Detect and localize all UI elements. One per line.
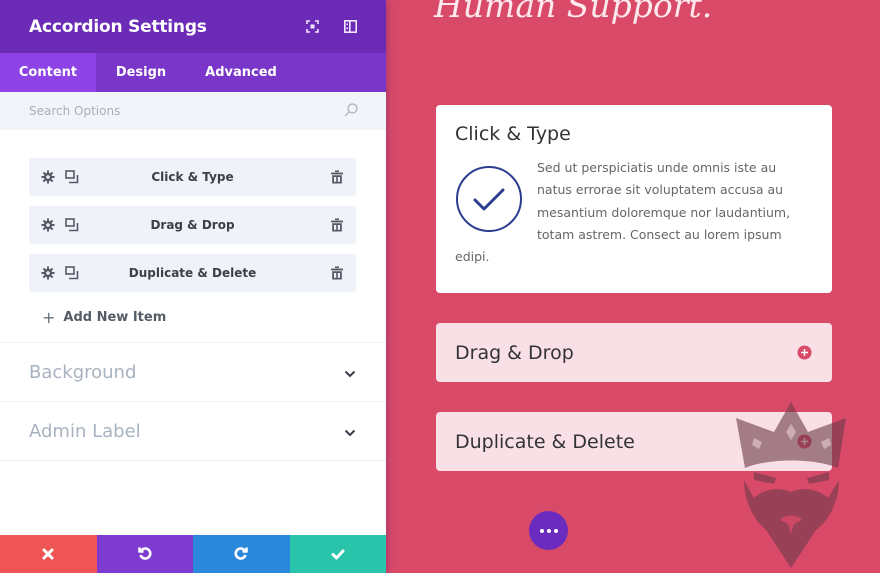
tab-design[interactable]: Design: [96, 53, 186, 92]
dot-icon: [546, 528, 551, 533]
search-icon[interactable]: [344, 102, 358, 121]
check-icon: [331, 545, 345, 564]
accordion-title: Duplicate & Delete: [455, 430, 635, 453]
more-options-button[interactable]: [529, 511, 568, 550]
accordion-title: Click & Type: [455, 123, 571, 145]
item-list: Click & Type Drag & Drop Duplicate & Del…: [0, 130, 386, 332]
trash-icon[interactable]: [330, 218, 344, 232]
panel-title: Accordion Settings: [29, 16, 207, 37]
redo-icon: [234, 545, 249, 564]
accordion-item[interactable]: Duplicate & Delete: [436, 412, 832, 471]
save-button[interactable]: [289, 535, 386, 573]
page-preview: Human Support. Click & Type Sed ut persp…: [386, 0, 880, 573]
search-input[interactable]: [29, 104, 344, 118]
tab-content[interactable]: Content: [0, 53, 96, 92]
gear-icon[interactable]: [41, 266, 55, 280]
accordion-item-open[interactable]: Click & Type Sed ut perspiciatis unde om…: [436, 105, 832, 293]
trash-icon[interactable]: [330, 170, 344, 184]
plus-circle-icon[interactable]: [797, 345, 812, 360]
check-circle-icon: [456, 166, 522, 232]
list-item[interactable]: Duplicate & Delete: [29, 254, 356, 292]
redo-button[interactable]: [193, 535, 290, 573]
accordion-body: Sed ut perspiciatis unde omnis iste au n…: [455, 157, 813, 268]
toggle-label: Admin Label: [29, 420, 141, 442]
add-new-item-label: Add New Item: [63, 309, 167, 325]
fullscreen-icon[interactable]: [293, 0, 331, 53]
duplicate-icon[interactable]: [65, 266, 79, 280]
plus-icon: +: [42, 307, 56, 327]
duplicate-icon[interactable]: [65, 218, 79, 232]
toggle-admin-label[interactable]: Admin Label: [0, 401, 386, 460]
chevron-down-icon: [344, 363, 356, 382]
settings-tabs: Content Design Advanced: [0, 53, 386, 92]
action-bar: [0, 535, 386, 573]
trash-icon[interactable]: [330, 266, 344, 280]
close-icon: [42, 545, 54, 564]
list-item[interactable]: Click & Type: [29, 158, 356, 196]
hero-title: Human Support.: [434, 0, 713, 25]
duplicate-icon[interactable]: [65, 170, 79, 184]
gear-icon[interactable]: [41, 170, 55, 184]
list-item[interactable]: Drag & Drop: [29, 206, 356, 244]
dot-icon: [553, 528, 558, 533]
search-bar: [0, 92, 386, 130]
chevron-down-icon: [344, 422, 356, 441]
accordion-item[interactable]: Drag & Drop: [436, 323, 832, 382]
undo-button[interactable]: [96, 535, 193, 573]
plus-circle-icon[interactable]: [797, 434, 812, 449]
accordion-settings-panel: Accordion Settings Content Design Advanc…: [0, 0, 386, 573]
accordion-title: Drag & Drop: [455, 341, 574, 364]
undo-icon: [137, 545, 152, 564]
add-new-item-button[interactable]: + Add New Item: [42, 302, 386, 332]
tab-advanced[interactable]: Advanced: [186, 53, 296, 92]
discard-button[interactable]: [0, 535, 97, 573]
toggle-background[interactable]: Background: [0, 342, 386, 401]
toggle-label: Background: [29, 361, 137, 383]
gear-icon[interactable]: [41, 218, 55, 232]
dot-icon: [539, 528, 544, 533]
sidebar-layout-icon[interactable]: [331, 0, 369, 53]
divider: [0, 460, 386, 461]
panel-header: Accordion Settings: [0, 0, 386, 53]
